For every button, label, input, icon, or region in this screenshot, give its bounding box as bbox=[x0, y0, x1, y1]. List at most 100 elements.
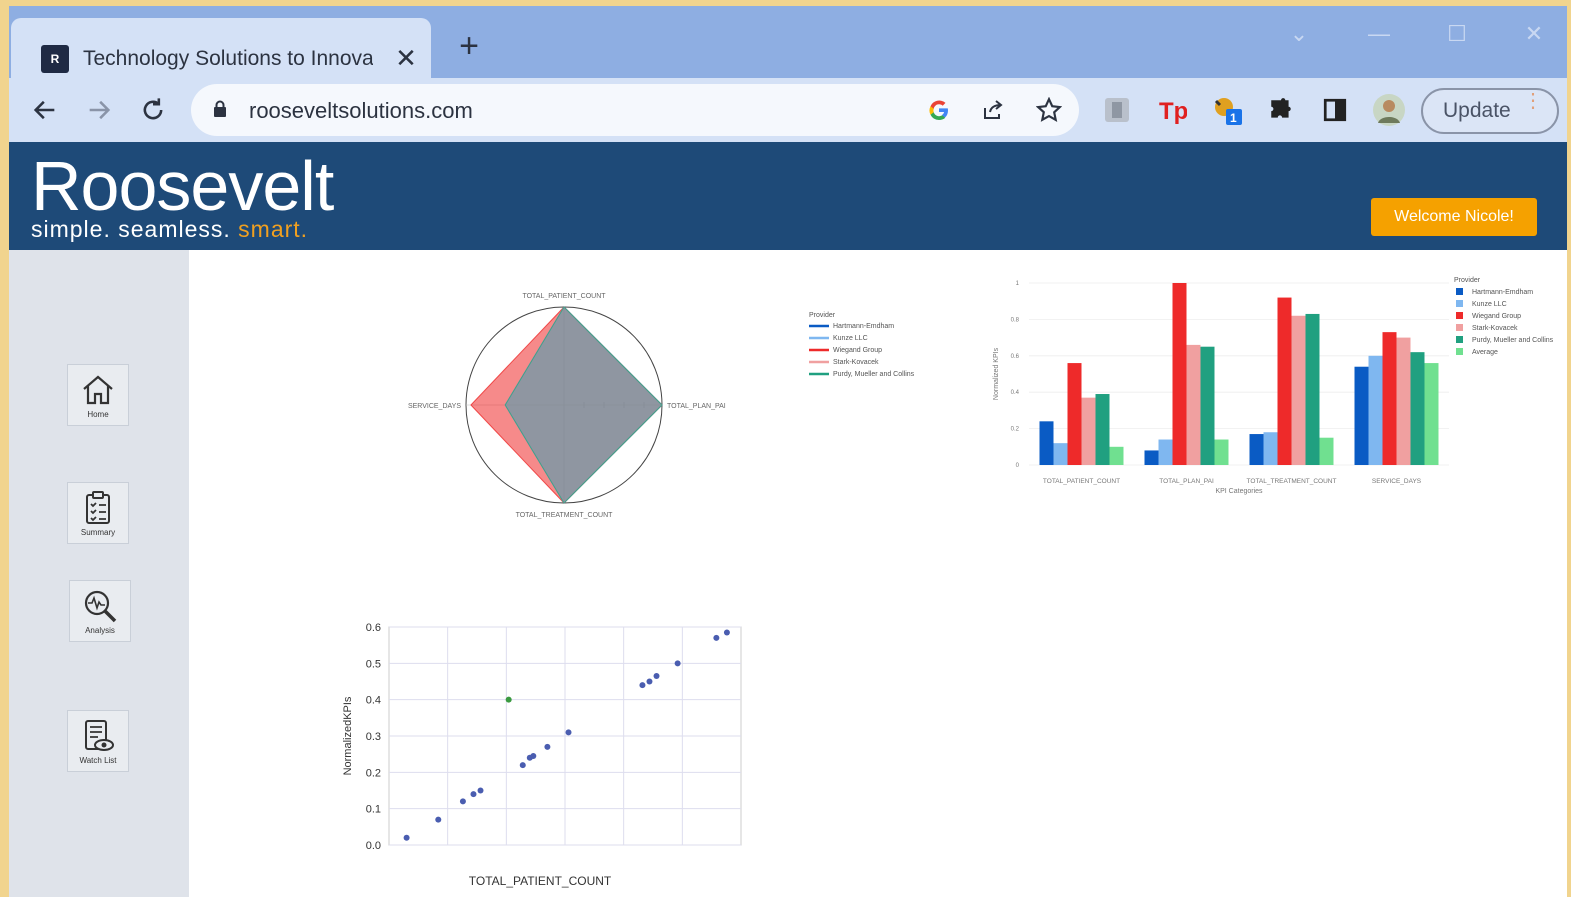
bar-ytick-label: 1 bbox=[1016, 281, 1020, 287]
scatter-point-15 bbox=[713, 634, 720, 641]
new-tab-button[interactable]: + bbox=[449, 26, 489, 66]
address-bar[interactable]: rooseveltsolutions.com bbox=[191, 84, 1079, 136]
bar-2-2 bbox=[1277, 297, 1292, 465]
tagline-smart: smart. bbox=[238, 216, 309, 242]
extension-gray-icon[interactable] bbox=[1099, 92, 1135, 128]
scatter-ytick-label: 0.2 bbox=[366, 767, 381, 779]
scatter-point-2 bbox=[459, 798, 466, 805]
bar-1-4 bbox=[1200, 346, 1215, 465]
back-button[interactable] bbox=[25, 90, 65, 130]
bar-3-0 bbox=[1354, 366, 1369, 465]
home-icon bbox=[83, 375, 113, 404]
scatter-point-9 bbox=[544, 743, 551, 750]
reload-icon bbox=[143, 98, 163, 120]
bar-chart: 0 0.2 0.4 0.6 0.8 1 Normalized KPIs TOTAL_PATIE… bbox=[993, 277, 1554, 495]
bar-2-5 bbox=[1319, 437, 1334, 465]
bar-legend-swatch bbox=[1456, 288, 1463, 295]
scatter-ytick-label: 0.5 bbox=[366, 658, 381, 670]
scatter-xlabel: TOTAL_PATIENT_COUNT bbox=[469, 874, 612, 888]
share-icon[interactable] bbox=[977, 94, 1009, 126]
radar-axis-label: TOTAL_TREATMENT_COUNT bbox=[516, 512, 614, 519]
bar-1-1 bbox=[1158, 439, 1173, 465]
bar-ylabel: Normalized KPIs bbox=[993, 347, 1000, 400]
radar-axis-label: TOTAL_PLAN_PAI bbox=[667, 403, 726, 410]
scatter-point-6 bbox=[519, 762, 526, 769]
bar-3-5 bbox=[1424, 363, 1439, 465]
bar-0-1 bbox=[1053, 443, 1068, 465]
welcome-button[interactable]: Welcome Nicole! bbox=[1371, 198, 1537, 236]
scatter-ytick-label: 0.6 bbox=[366, 622, 381, 634]
bar-ytick-label: 0.4 bbox=[1011, 390, 1020, 396]
sidebar-item-home[interactable]: Home bbox=[67, 364, 129, 426]
scatter-ytick-label: 0.1 bbox=[366, 804, 381, 816]
bar-1-5 bbox=[1214, 439, 1229, 465]
scatter-ytick-label: 0.0 bbox=[366, 840, 381, 852]
bar-0-5 bbox=[1109, 446, 1124, 465]
bar-3-2 bbox=[1382, 332, 1397, 465]
radar-series-purdy-mueller-and-collins bbox=[504, 306, 663, 504]
reload-button[interactable] bbox=[133, 90, 173, 130]
radar-legend-label: Stark-Kovacek bbox=[833, 359, 879, 366]
bar-legend: Provider Hartmann-Emdham Kunze LLC Wiegand … bbox=[1454, 277, 1554, 356]
bar-legend-swatch bbox=[1456, 300, 1463, 307]
more-options-icon[interactable]: ⋮ bbox=[1523, 91, 1543, 111]
radar-axis-label: TOTAL_PATIENT_COUNT bbox=[522, 293, 606, 300]
radar-chart: TOTAL_PATIENT_COUNT TOTAL_PLAN_PAI TOTAL_T… bbox=[408, 293, 915, 519]
bookmark-star-icon[interactable] bbox=[1033, 94, 1065, 126]
bar-0-0 bbox=[1039, 421, 1054, 465]
bar-legend-swatch bbox=[1456, 348, 1463, 355]
bar-legend-swatch bbox=[1456, 324, 1463, 331]
google-icon[interactable] bbox=[923, 94, 955, 126]
bar-xtick-label: SERVICE_DAYS bbox=[1372, 478, 1422, 485]
tab-search-icon[interactable]: ⌄ bbox=[1279, 14, 1319, 54]
close-tab-icon[interactable]: ✕ bbox=[391, 40, 421, 73]
bar-legend-label: Stark-Kovacek bbox=[1472, 325, 1518, 332]
scatter-ylabel: NormalizedKPIs bbox=[342, 696, 354, 775]
scatter-ytick-label: 0.4 bbox=[366, 695, 381, 707]
scatter-point-8 bbox=[530, 752, 537, 759]
radar-legend-label: Wiegand Group bbox=[833, 347, 882, 354]
profile-avatar-icon[interactable] bbox=[1371, 92, 1407, 128]
bar-2-4 bbox=[1305, 313, 1320, 465]
minimize-button[interactable]: — bbox=[1359, 14, 1399, 54]
bar-legend-swatch bbox=[1456, 336, 1463, 343]
notification-extension-icon[interactable]: 1 bbox=[1209, 92, 1245, 128]
close-window-button[interactable]: ✕ bbox=[1514, 14, 1554, 54]
back-arrow-icon bbox=[33, 100, 55, 120]
tp-extension-icon[interactable]: Tp bbox=[1154, 92, 1190, 128]
bar-3-3 bbox=[1396, 337, 1411, 465]
magnifier-pulse-icon bbox=[84, 590, 117, 622]
bar-3-1 bbox=[1368, 355, 1383, 465]
site-header: Roosevelt simple. seamless. smart. Welco… bbox=[9, 142, 1567, 250]
forward-arrow-icon bbox=[89, 100, 111, 120]
sidebar-item-watch-list[interactable]: Watch List bbox=[67, 710, 129, 772]
sidebar-label-home: Home bbox=[87, 409, 109, 419]
sidebar-item-summary[interactable]: Summary bbox=[67, 482, 129, 544]
sidebar: Home Summary Analysis Watch List bbox=[9, 250, 189, 897]
browser-window: R Technology Solutions to Innovate ✕ + ⌄… bbox=[9, 6, 1567, 897]
side-panel-icon[interactable] bbox=[1317, 92, 1353, 128]
lock-icon bbox=[214, 100, 226, 117]
active-tab[interactable]: R Technology Solutions to Innovate ✕ bbox=[11, 18, 431, 80]
bar-2-1 bbox=[1263, 432, 1278, 465]
radar-legend-label: Hartmann-Emdham bbox=[833, 323, 894, 330]
site-tagline: simple. seamless. smart. bbox=[31, 216, 308, 243]
sidebar-label-summary: Summary bbox=[80, 527, 116, 537]
site-logo[interactable]: Roosevelt bbox=[31, 146, 334, 226]
bar-legend-label: Purdy, Mueller and Collins bbox=[1472, 337, 1554, 344]
bar-ytick-label: 0.2 bbox=[1011, 427, 1020, 433]
update-button[interactable]: Update ⋮ bbox=[1421, 88, 1559, 134]
forward-button[interactable] bbox=[79, 90, 119, 130]
puzzle-extensions-icon[interactable] bbox=[1263, 92, 1299, 128]
scatter-point-4 bbox=[477, 787, 484, 794]
bar-0-2 bbox=[1067, 363, 1082, 465]
scatter-point-14 bbox=[674, 660, 681, 667]
bar-ytick-label: 0.6 bbox=[1011, 354, 1020, 360]
update-label: Update bbox=[1443, 99, 1511, 122]
maximize-button[interactable]: ☐ bbox=[1437, 14, 1477, 54]
bar-legend-label: Wiegand Group bbox=[1472, 313, 1521, 320]
bar-2-3 bbox=[1291, 315, 1306, 465]
radar-axis-label: SERVICE_DAYS bbox=[408, 403, 461, 410]
bar-xtick-label: TOTAL_PATIENT_COUNT bbox=[1043, 478, 1120, 485]
sidebar-item-analysis[interactable]: Analysis bbox=[69, 580, 131, 642]
